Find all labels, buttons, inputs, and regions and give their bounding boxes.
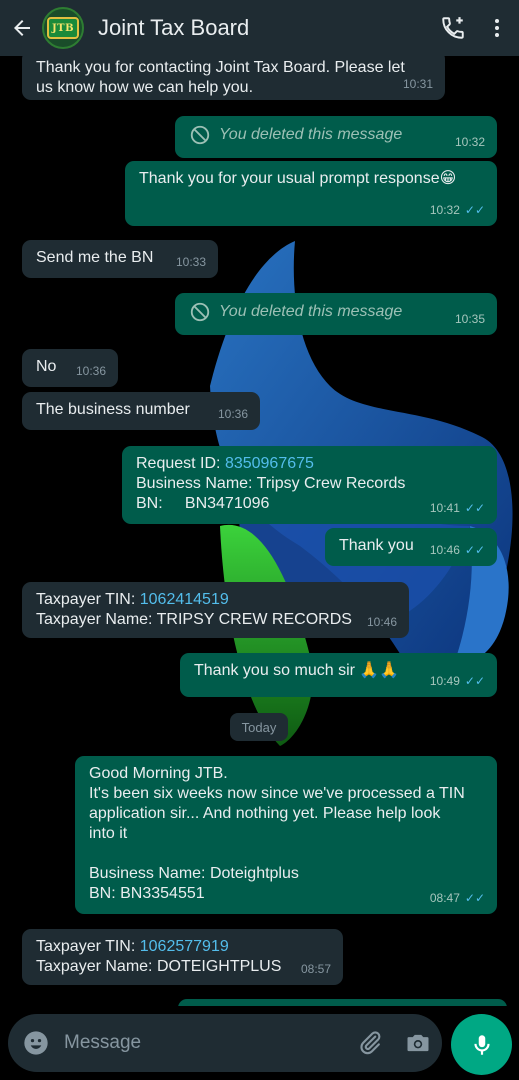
- emoji-icon: [24, 1031, 48, 1055]
- message-time: 10:32: [454, 135, 485, 149]
- emoji-button[interactable]: [8, 1014, 64, 1072]
- message-text: Taxpayer Name: DOTEIGHTPLUS: [36, 958, 282, 975]
- message-time: 10:35: [454, 312, 485, 326]
- message-input[interactable]: Message: [64, 1032, 346, 1054]
- message-time: 10:49: [429, 674, 460, 688]
- message-text: application sir... And nothing yet. Plea…: [89, 805, 441, 822]
- arrow-left-icon: [14, 20, 30, 36]
- message-text: us know how we can help you.: [36, 79, 254, 96]
- double-check-icon: ✓✓: [464, 674, 485, 688]
- back-button[interactable]: [2, 0, 42, 56]
- message-time: 10:33: [175, 255, 206, 269]
- camera-button[interactable]: [394, 1014, 442, 1072]
- attach-button[interactable]: [346, 1014, 394, 1072]
- message-time: 08:57: [300, 962, 331, 976]
- message-incoming[interactable]: No 10:36: [22, 349, 118, 387]
- add-call-button[interactable]: [431, 0, 475, 56]
- message-outgoing[interactable]: Thank you for your usual prompt response…: [125, 161, 497, 226]
- message-text: BN: BN3354551: [89, 885, 205, 902]
- message-time: 10:32: [429, 203, 460, 217]
- message-outgoing[interactable]: Thank you 10:46 ✓✓: [325, 528, 497, 566]
- double-check-icon: ✓✓: [464, 203, 485, 217]
- message-time: 10:46: [429, 543, 460, 557]
- double-check-icon: ✓✓: [464, 543, 485, 557]
- message-outgoing[interactable]: Thank you so much sir 🙏🙏 10:49 ✓✓: [180, 653, 497, 697]
- jtb-logo: JTB: [47, 17, 79, 39]
- message-incoming[interactable]: Taxpayer TIN: 1062577919 Taxpayer Name: …: [22, 929, 343, 985]
- message-text: It's been six weeks now since we've proc…: [89, 785, 465, 802]
- message-time: 10:31: [402, 77, 433, 91]
- paperclip-icon: [360, 1031, 381, 1055]
- message-link[interactable]: 8350967675: [225, 455, 314, 472]
- message-text: The business number: [36, 401, 190, 418]
- message-text: You deleted this message: [219, 303, 403, 320]
- message-time: 10:36: [217, 407, 248, 421]
- message-list[interactable]: Thank you for contacting Joint Tax Board…: [0, 56, 519, 1006]
- message-input-bar[interactable]: Message: [8, 1014, 442, 1072]
- message-time: 08:47: [429, 891, 460, 905]
- message-outgoing[interactable]: Good Morning JTB. It's been six weeks no…: [75, 756, 497, 914]
- message-time: 10:36: [75, 364, 106, 378]
- composer: Message: [0, 1006, 519, 1080]
- blocked-icon: [190, 125, 210, 145]
- more-options-button[interactable]: [475, 0, 519, 56]
- date-divider: Today: [230, 713, 288, 741]
- blocked-icon: [190, 302, 210, 322]
- message-time: 10:41: [429, 501, 460, 515]
- phone-plus-icon: [442, 17, 464, 39]
- message-text: Business Name: Doteightplus: [89, 865, 299, 882]
- message-text: Request ID:: [136, 455, 225, 472]
- double-check-icon: ✓✓: [464, 501, 485, 515]
- avatar[interactable]: JTB: [42, 7, 84, 49]
- microphone-icon: [473, 1034, 490, 1055]
- message-text: Thank you for your usual prompt response…: [139, 170, 457, 187]
- message-incoming[interactable]: Thank you for contacting Joint Tax Board…: [22, 56, 445, 100]
- message-link[interactable]: 1062414519: [140, 591, 229, 608]
- contact-name[interactable]: Joint Tax Board: [98, 15, 431, 41]
- chat-header: JTB Joint Tax Board: [0, 0, 519, 56]
- message-text: Taxpayer TIN:: [36, 591, 140, 608]
- message-outgoing-deleted[interactable]: You deleted this message 10:35: [175, 293, 497, 335]
- message-text: Good Morning JTB.: [89, 765, 228, 782]
- voice-message-button[interactable]: [451, 1014, 512, 1075]
- message-text: Business Name: Tripsy Crew Records: [136, 475, 406, 492]
- message-incoming[interactable]: Send me the BN 10:33: [22, 240, 218, 278]
- message-text: You deleted this message: [219, 126, 403, 143]
- message-incoming[interactable]: Taxpayer TIN: 1062414519 Taxpayer Name: …: [22, 582, 409, 638]
- message-outgoing-deleted[interactable]: You deleted this message 10:32: [175, 116, 497, 158]
- more-vertical-icon: [495, 19, 499, 37]
- message-text: Taxpayer TIN:: [36, 938, 140, 955]
- camera-icon: [407, 1034, 429, 1052]
- message-incoming[interactable]: The business number 10:36: [22, 392, 260, 430]
- message-outgoing[interactable]: Request ID: 8350967675 Business Name: Tr…: [122, 446, 497, 524]
- message-outgoing-partial[interactable]: [178, 999, 507, 1006]
- message-text: into it: [89, 825, 128, 842]
- double-check-icon: ✓✓: [464, 891, 485, 905]
- message-link[interactable]: 1062577919: [140, 938, 229, 955]
- message-text: Thank you for contacting Joint Tax Board…: [36, 59, 405, 76]
- message-time: 10:46: [366, 615, 397, 629]
- message-text: Taxpayer Name: TRIPSY CREW RECORDS: [36, 611, 352, 628]
